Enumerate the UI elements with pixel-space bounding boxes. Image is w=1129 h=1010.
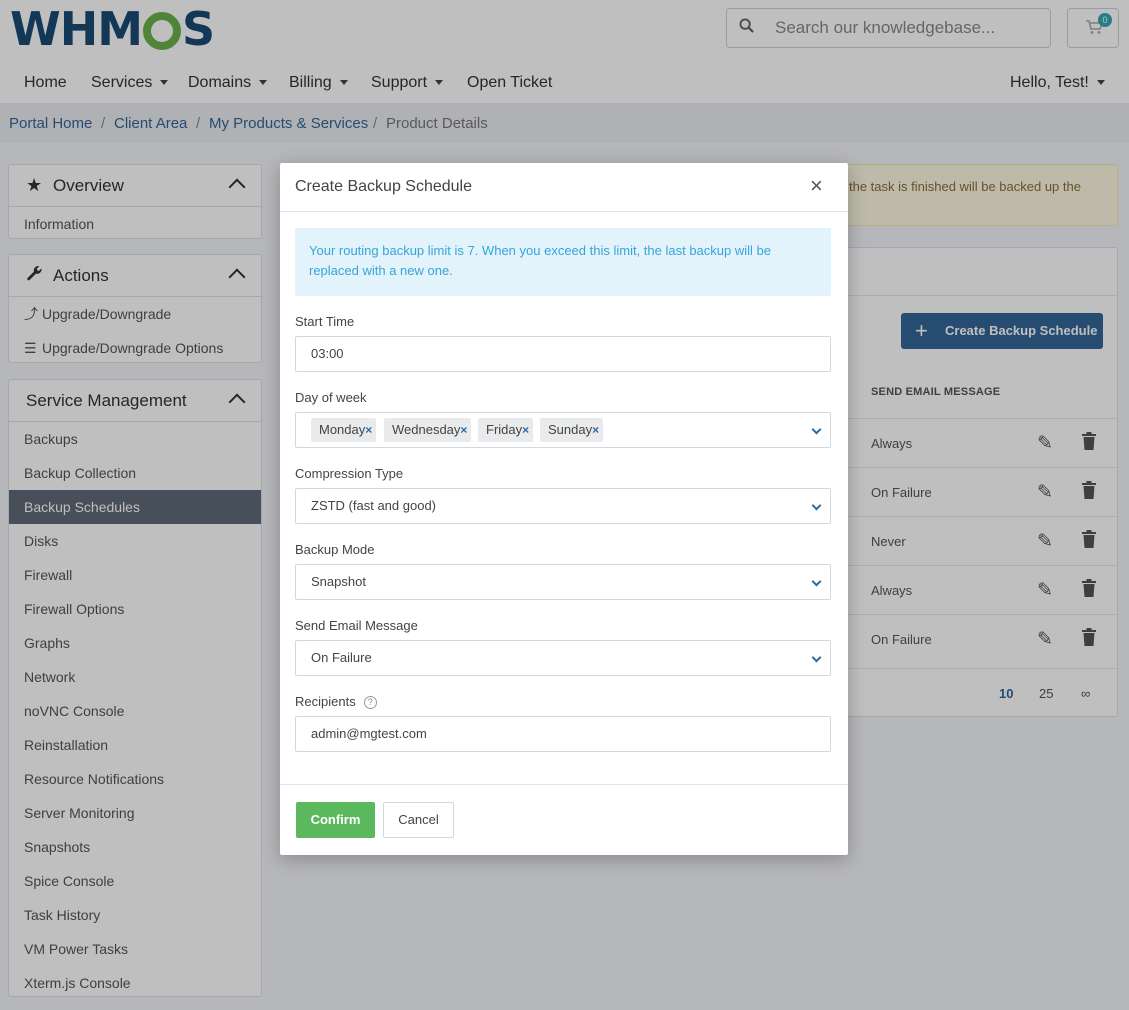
day-chip-monday: Monday× bbox=[311, 418, 377, 442]
help-icon[interactable]: ? bbox=[363, 696, 377, 710]
remove-chip-icon[interactable]: × bbox=[460, 423, 467, 437]
chevron-down-icon bbox=[811, 652, 822, 663]
recipients-input[interactable]: admin@mgtest.com bbox=[295, 716, 831, 752]
backup-mode-select[interactable]: Snapshot bbox=[295, 564, 831, 600]
compression-type-select[interactable]: ZSTD (fast and good) bbox=[295, 488, 831, 524]
day-chip-friday: Friday× bbox=[478, 418, 534, 442]
day-of-week-label: Day of week bbox=[295, 390, 367, 405]
info-alert-text: Your routing backup limit is 7. When you… bbox=[309, 243, 771, 278]
info-alert: Your routing backup limit is 7. When you… bbox=[295, 228, 831, 296]
chip-label: Sunday bbox=[548, 422, 593, 437]
chevron-down-icon bbox=[811, 424, 822, 435]
send-email-label: Send Email Message bbox=[295, 618, 418, 633]
close-icon[interactable]: × bbox=[810, 175, 823, 197]
day-chip-wednesday: Wednesday× bbox=[384, 418, 472, 442]
chip-label: Friday bbox=[486, 422, 523, 437]
day-of-week-multiselect[interactable]: Monday× Wednesday× Friday× Sunday× bbox=[295, 412, 831, 448]
compression-type-label: Compression Type bbox=[295, 466, 404, 481]
create-backup-schedule-modal: Create Backup Schedule × Your routing ba… bbox=[280, 163, 848, 855]
recipients-value: admin@mgtest.com bbox=[311, 726, 427, 741]
chevron-down-icon bbox=[811, 500, 822, 511]
modal-header: Create Backup Schedule × bbox=[280, 163, 848, 212]
modal-footer: Confirm Cancel bbox=[280, 784, 848, 855]
remove-chip-icon[interactable]: × bbox=[365, 423, 372, 437]
send-email-select[interactable]: On Failure bbox=[295, 640, 831, 676]
chip-label: Monday bbox=[319, 422, 366, 437]
day-chip-sunday: Sunday× bbox=[540, 418, 604, 442]
send-email-value: On Failure bbox=[311, 650, 372, 665]
backup-mode-value: Snapshot bbox=[311, 574, 366, 589]
modal-title: Create Backup Schedule bbox=[295, 178, 472, 195]
chevron-down-icon bbox=[811, 576, 822, 587]
start-time-input[interactable]: 03:00 bbox=[295, 336, 831, 372]
chip-label: Wednesday bbox=[392, 422, 461, 437]
start-time-value: 03:00 bbox=[311, 346, 344, 361]
recipients-label: Recipients bbox=[295, 694, 356, 709]
start-time-label: Start Time bbox=[295, 314, 355, 329]
remove-chip-icon[interactable]: × bbox=[522, 423, 529, 437]
confirm-button[interactable]: Confirm bbox=[296, 802, 375, 838]
recipients-label-wrap: Recipients? bbox=[295, 694, 377, 710]
compression-type-value: ZSTD (fast and good) bbox=[311, 498, 436, 513]
remove-chip-icon[interactable]: × bbox=[592, 423, 599, 437]
cancel-button[interactable]: Cancel bbox=[383, 802, 454, 838]
backup-mode-label: Backup Mode bbox=[295, 542, 375, 557]
